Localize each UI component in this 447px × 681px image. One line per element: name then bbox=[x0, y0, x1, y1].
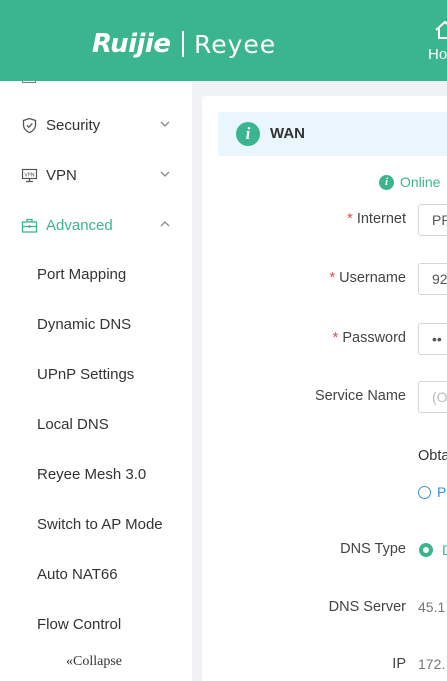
collapse-label: Collapse bbox=[73, 654, 122, 669]
sidebar-item-label: Advanced bbox=[46, 216, 113, 234]
submenu-auto-nat66[interactable]: Auto NAT66 bbox=[37, 560, 118, 590]
main-panel: i WAN i Online *Internet PP *Username 92… bbox=[202, 96, 447, 681]
required-mark: * bbox=[329, 270, 336, 286]
submenu-switch-to-ap-mode[interactable]: Switch to AP Mode bbox=[37, 510, 163, 540]
submenu-dynamic-dns[interactable]: Dynamic DNS bbox=[37, 310, 131, 340]
chevron-down-icon bbox=[160, 171, 170, 177]
status-text: Online bbox=[400, 174, 441, 190]
sidebar-item-label: Security bbox=[46, 116, 101, 134]
check-circle-icon bbox=[418, 485, 431, 499]
dns-server-value: 45.1 bbox=[418, 599, 446, 615]
expand-link-label: Pl bbox=[437, 484, 447, 500]
top-header: Ruijie Reyee Ho bbox=[0, 0, 447, 81]
double-chevron-left-icon: « bbox=[66, 654, 73, 669]
expand-link[interactable]: Pl bbox=[418, 484, 447, 500]
submenu-flow-control[interactable]: Flow Control bbox=[37, 610, 121, 640]
ip-value: 172. bbox=[418, 656, 446, 672]
info-icon: i bbox=[236, 122, 260, 146]
section-title: WAN bbox=[270, 125, 305, 142]
sidebar-item-label: VPN bbox=[46, 166, 77, 184]
status-info-icon: i bbox=[379, 174, 394, 190]
sidebar-item-vpn[interactable]: VPN VPN bbox=[0, 155, 192, 195]
internet-label: * Internet bbox=[347, 211, 406, 227]
sidebar-item-advanced[interactable]: Advanced bbox=[0, 205, 192, 245]
shield-icon bbox=[22, 117, 37, 134]
submenu-reyee-mesh[interactable]: Reyee Mesh 3.0 bbox=[37, 460, 146, 490]
dns-type-radio[interactable] bbox=[419, 543, 433, 557]
status-indicator: i Online bbox=[379, 174, 440, 190]
username-input[interactable]: 92 bbox=[418, 263, 447, 295]
password-input[interactable]: •• bbox=[418, 323, 447, 355]
obtain-text: Obta bbox=[418, 448, 447, 464]
dns-type-option[interactable]: D bbox=[442, 542, 447, 558]
toolbox-icon bbox=[21, 218, 38, 233]
internet-select[interactable]: PP bbox=[418, 204, 447, 236]
submenu-upnp-settings[interactable]: UPnP Settings bbox=[37, 360, 134, 390]
collapse-button[interactable]: «Collapse bbox=[66, 654, 122, 670]
required-mark: * bbox=[347, 211, 353, 227]
required-mark: * bbox=[332, 330, 339, 346]
home-icon bbox=[435, 20, 447, 39]
brand-reyee: Reyee bbox=[193, 29, 277, 59]
service-name-input[interactable]: (O bbox=[418, 381, 447, 413]
sidebar: Security VPN VPN Advanced Port Mapping D… bbox=[0, 81, 192, 681]
submenu-local-dns[interactable]: Local DNS bbox=[37, 410, 109, 440]
brand-ruijie: Ruijie bbox=[92, 29, 171, 59]
chevron-up-icon bbox=[160, 221, 170, 227]
dns-server-label: DNS Server bbox=[328, 599, 406, 615]
brand-divider bbox=[182, 31, 184, 57]
wan-section-header: i WAN bbox=[218, 112, 447, 156]
dns-type-label: DNS Type bbox=[340, 541, 406, 557]
sidebar-item-security[interactable]: Security bbox=[0, 105, 192, 145]
vpn-icon: VPN bbox=[21, 168, 38, 183]
username-label: * Username bbox=[329, 270, 406, 286]
brand-logo: Ruijie Reyee bbox=[92, 28, 276, 60]
chevron-down-icon bbox=[160, 121, 170, 127]
nav-home[interactable]: Ho bbox=[428, 20, 447, 63]
password-label: * Password bbox=[332, 330, 406, 346]
ip-label: IP bbox=[392, 656, 406, 672]
service-name-label: Service Name bbox=[314, 388, 406, 404]
svg-text:VPN: VPN bbox=[24, 172, 34, 178]
nav-home-label: Ho bbox=[428, 46, 447, 63]
partial-menu-icon bbox=[22, 81, 36, 83]
submenu-port-mapping[interactable]: Port Mapping bbox=[37, 260, 126, 290]
